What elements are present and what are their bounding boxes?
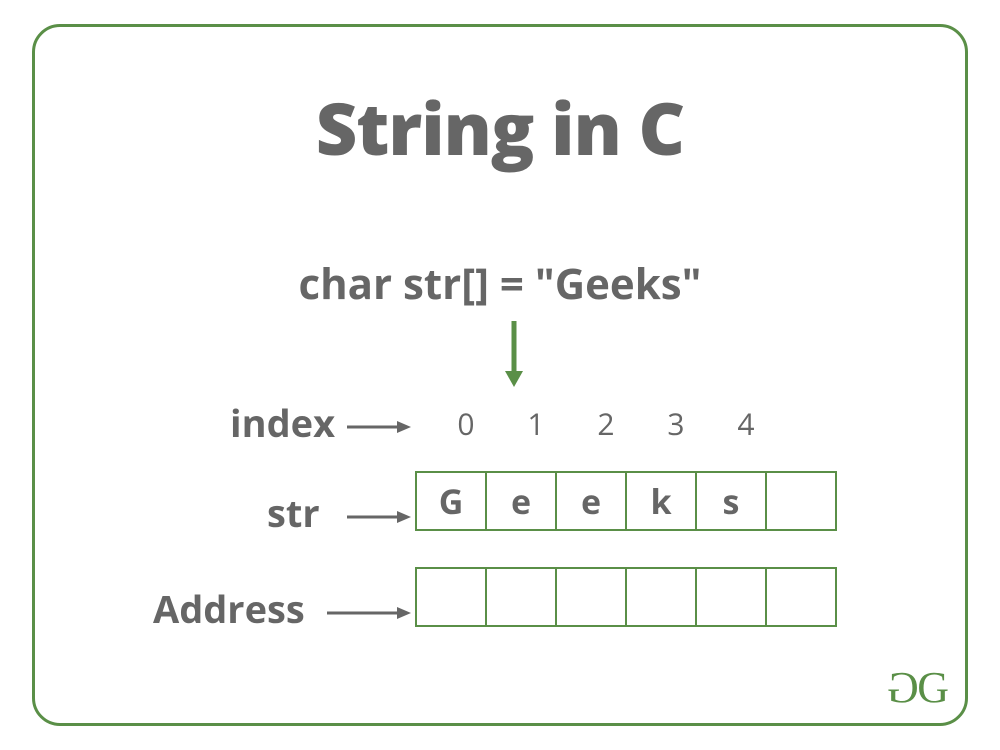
arrow-down-icon (499, 319, 529, 389)
decl-lhs: char str[] = (298, 255, 534, 312)
address-label: Address (153, 583, 305, 635)
index-value: 3 (641, 403, 711, 444)
arrow-right-icon (345, 417, 415, 437)
index-value: 2 (571, 403, 641, 444)
decl-rhs: "Geeks" (535, 255, 702, 312)
str-cell: s (695, 471, 767, 531)
address-cell (695, 567, 767, 627)
index-value: 4 (711, 403, 781, 444)
address-cell (625, 567, 697, 627)
address-cells (415, 567, 837, 627)
str-cell: k (625, 471, 697, 531)
diagram-frame: String in C char str[] = "Geeks" index 0… (32, 24, 968, 726)
logo-right: G (917, 663, 945, 712)
code-declaration: char str[] = "Geeks" (35, 255, 965, 312)
str-cell: G (415, 471, 487, 531)
str-cell (765, 471, 837, 531)
str-cells: G e e k s (415, 471, 837, 531)
address-cell (765, 567, 837, 627)
index-value: 0 (431, 403, 501, 444)
str-cell: e (485, 471, 557, 531)
address-cell (555, 567, 627, 627)
address-cell (415, 567, 487, 627)
index-value: 1 (501, 403, 571, 444)
str-label: str (267, 487, 320, 539)
index-row: 0 1 2 3 4 (431, 403, 781, 444)
str-cell: e (555, 471, 627, 531)
index-label: index (230, 397, 335, 449)
arrow-right-icon (325, 603, 415, 623)
address-cell (485, 567, 557, 627)
geeksforgeeks-logo: GG (891, 662, 945, 713)
diagram-title: String in C (35, 79, 965, 177)
logo-left: G (891, 662, 919, 713)
arrow-right-icon (345, 507, 415, 527)
